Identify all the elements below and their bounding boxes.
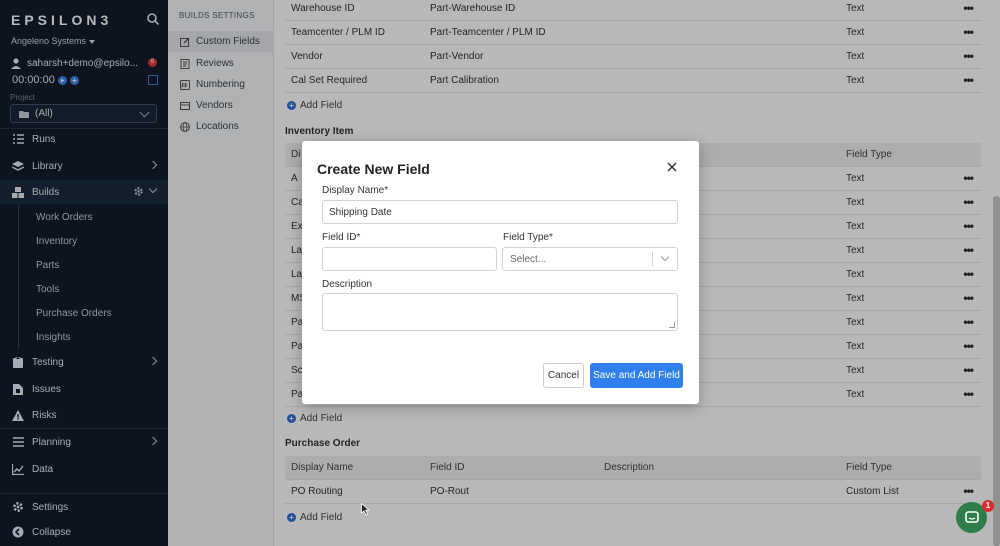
create-field-modal: Create New Field Display Name* Shipping … bbox=[302, 141, 699, 404]
field-type-select[interactable]: Select... bbox=[502, 247, 678, 271]
description-label: Description bbox=[322, 279, 373, 290]
chat-icon bbox=[964, 510, 979, 523]
display-name-label: Display Name* bbox=[322, 185, 389, 196]
description-textarea[interactable] bbox=[322, 293, 678, 331]
cancel-button[interactable]: Cancel bbox=[543, 363, 584, 388]
field-type-label: Field Type* bbox=[503, 232, 553, 243]
display-name-value: Shipping Date bbox=[329, 206, 392, 218]
modal-title: Create New Field bbox=[317, 161, 430, 177]
chat-notification-badge: 1 bbox=[982, 500, 994, 512]
save-and-add-field-button[interactable]: Save and Add Field bbox=[590, 363, 683, 388]
display-name-input[interactable]: Shipping Date bbox=[322, 200, 678, 224]
close-icon[interactable] bbox=[664, 159, 680, 175]
field-id-input[interactable] bbox=[322, 247, 497, 271]
field-id-label: Field ID* bbox=[322, 232, 361, 243]
resize-handle-icon[interactable] bbox=[669, 322, 675, 328]
select-separator bbox=[652, 252, 653, 266]
field-type-placeholder: Select... bbox=[510, 253, 547, 265]
mouse-cursor-icon bbox=[361, 503, 370, 516]
chevron-down-icon bbox=[660, 252, 670, 262]
